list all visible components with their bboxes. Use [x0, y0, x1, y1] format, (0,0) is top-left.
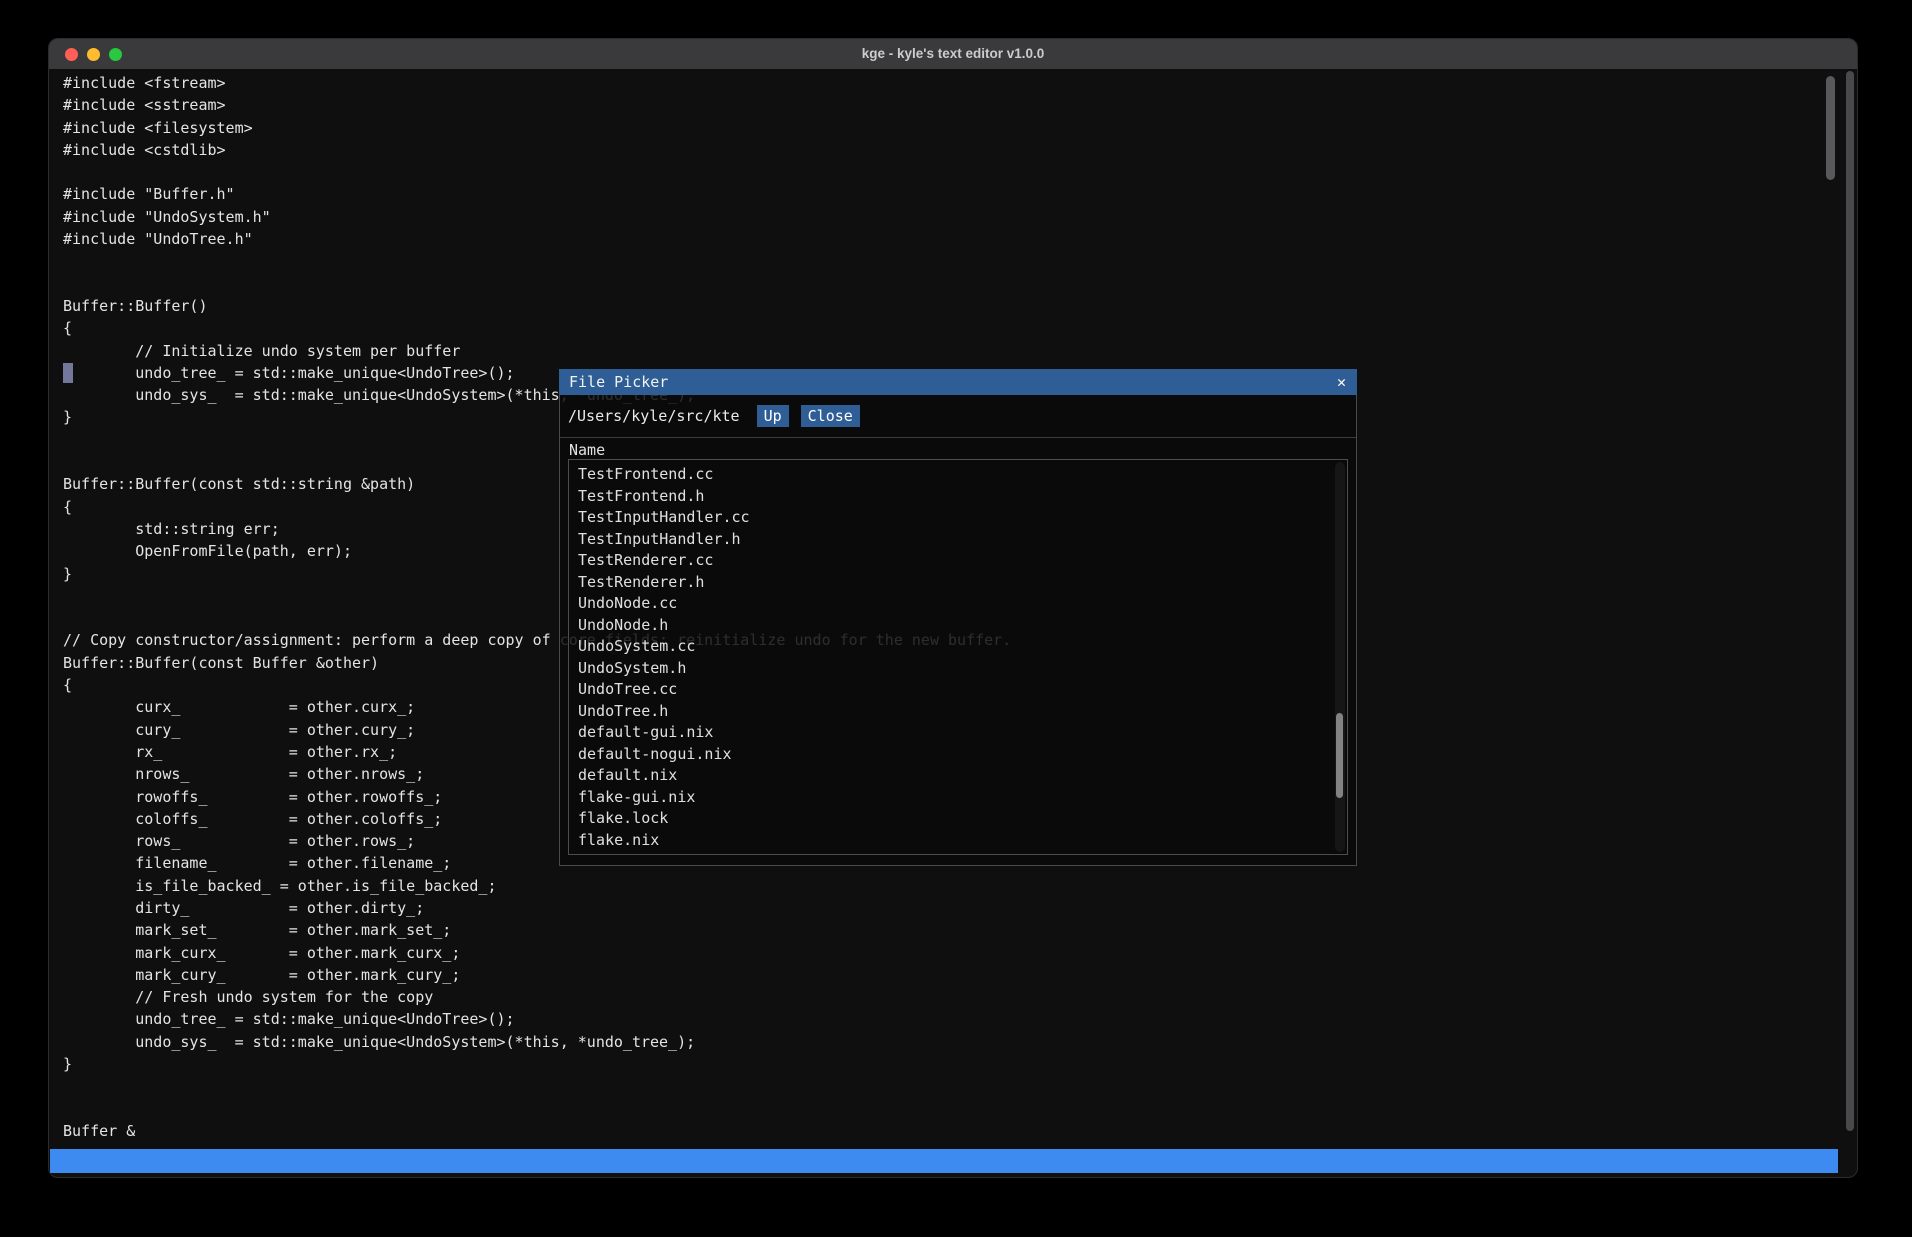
- code-line: mark_curx_ = other.mark_curx_;: [63, 942, 1011, 964]
- editor-cursor: [63, 363, 73, 383]
- code-line: #include <filesystem>: [63, 117, 1011, 139]
- file-list-item[interactable]: UndoTree.cc: [569, 679, 1331, 701]
- code-line: Buffer::Buffer(): [63, 295, 1011, 317]
- code-line: [63, 161, 1011, 183]
- file-list-item[interactable]: flake.nix: [569, 830, 1331, 852]
- file-list-item[interactable]: default.nix: [569, 765, 1331, 787]
- code-line: #include <fstream>: [63, 72, 1011, 94]
- file-list-item[interactable]: flake-gui.nix: [569, 787, 1331, 809]
- file-list-item[interactable]: TestRenderer.h: [569, 572, 1331, 594]
- file-list-box: TestFrontend.ccTestFrontend.hTestInputHa…: [568, 459, 1348, 855]
- editor-scrollbar-thumb[interactable]: [1826, 76, 1835, 180]
- code-line: // Initialize undo system per buffer: [63, 340, 1011, 362]
- app-window: kge - kyle's text editor v1.0.0 #include…: [48, 38, 1858, 1178]
- editor-scrollbar-track[interactable]: [1846, 71, 1854, 1131]
- code-line: #include "UndoTree.h": [63, 228, 1011, 250]
- code-line: }: [63, 1053, 1011, 1075]
- file-list-item[interactable]: flake.lock: [569, 808, 1331, 830]
- file-list-item[interactable]: UndoSystem.cc: [569, 636, 1331, 658]
- code-line: [63, 1075, 1011, 1097]
- code-line: // Fresh undo system for the copy: [63, 986, 1011, 1008]
- file-list-item[interactable]: UndoSystem.h: [569, 658, 1331, 680]
- code-line: is_file_backed_ = other.is_file_backed_;: [63, 875, 1011, 897]
- path-row: /Users/kyle/src/kte Up Close: [568, 403, 860, 429]
- code-line: mark_set_ = other.mark_set_;: [63, 919, 1011, 941]
- status-bar: kge v1.0.0 [1/1] Buffer.cc 486L Open Fil…: [50, 1149, 1838, 1173]
- code-line: [63, 1098, 1011, 1120]
- file-list: TestFrontend.ccTestFrontend.hTestInputHa…: [569, 464, 1331, 851]
- code-line: #include "UndoSystem.h": [63, 206, 1011, 228]
- file-list-item[interactable]: TestFrontend.cc: [569, 464, 1331, 486]
- code-line: undo_tree_ = std::make_unique<UndoTree>(…: [63, 1008, 1011, 1030]
- code-line: Buffer &: [63, 1120, 1011, 1142]
- up-button[interactable]: Up: [757, 405, 789, 427]
- file-list-item[interactable]: default-gui.nix: [569, 722, 1331, 744]
- file-list-item[interactable]: default-nogui.nix: [569, 744, 1331, 766]
- divider: [560, 437, 1356, 438]
- code-line: [63, 273, 1011, 295]
- close-icon[interactable]: ✕: [1337, 369, 1346, 395]
- file-picker-titlebar: File Picker: [559, 369, 1357, 395]
- code-line: undo_sys_ = std::make_unique<UndoSystem>…: [63, 1031, 1011, 1053]
- code-line: #include <cstdlib>: [63, 139, 1011, 161]
- close-button[interactable]: Close: [801, 405, 860, 427]
- file-list-item[interactable]: UndoNode.cc: [569, 593, 1331, 615]
- file-list-item[interactable]: TestFrontend.h: [569, 486, 1331, 508]
- code-line: [63, 250, 1011, 272]
- file-list-scrollbar-thumb[interactable]: [1336, 713, 1343, 798]
- code-line: dirty_ = other.dirty_;: [63, 897, 1011, 919]
- file-list-item[interactable]: TestInputHandler.h: [569, 529, 1331, 551]
- file-picker-title: File Picker: [569, 373, 668, 391]
- code-line: #include <sstream>: [63, 94, 1011, 116]
- window-title: kge - kyle's text editor v1.0.0: [49, 39, 1857, 69]
- column-header-name: Name: [569, 440, 605, 460]
- current-path: /Users/kyle/src/kte: [568, 407, 740, 425]
- code-line: mark_cury_ = other.mark_cury_;: [63, 964, 1011, 986]
- file-list-item[interactable]: TestInputHandler.cc: [569, 507, 1331, 529]
- file-list-item[interactable]: TestRenderer.cc: [569, 550, 1331, 572]
- file-picker-dialog: File Picker ✕ /Users/kyle/src/kte Up Clo…: [559, 369, 1357, 866]
- file-list-item[interactable]: UndoNode.h: [569, 615, 1331, 637]
- code-line: #include "Buffer.h": [63, 183, 1011, 205]
- status-left: kge v1.0.0 [1/1] Buffer.cc 486L: [67, 1173, 356, 1178]
- code-line: {: [63, 317, 1011, 339]
- window-titlebar[interactable]: kge - kyle's text editor v1.0.0: [49, 39, 1857, 69]
- file-list-item[interactable]: UndoTree.h: [569, 701, 1331, 723]
